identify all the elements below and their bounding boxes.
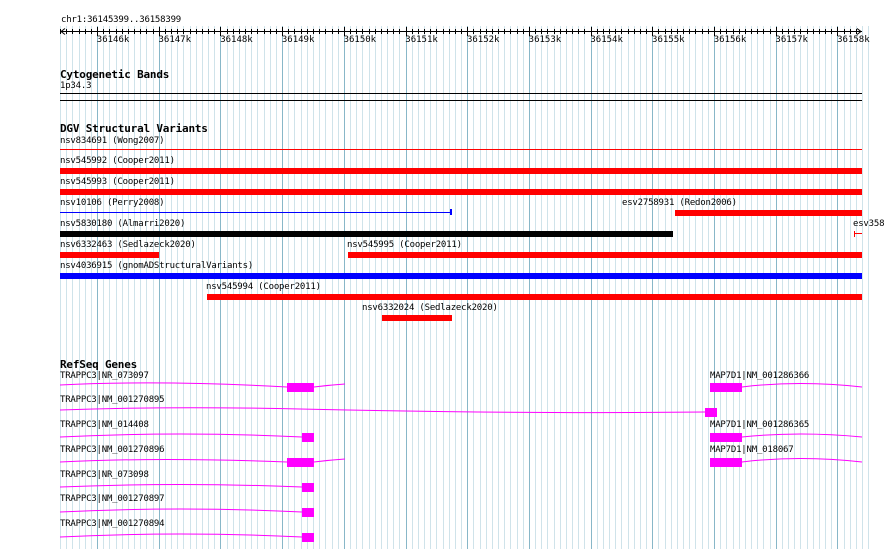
gene-intron-line[interactable] xyxy=(741,383,863,388)
gene-intron-line[interactable] xyxy=(59,484,303,488)
gene-intron-line[interactable] xyxy=(313,458,346,463)
gene-intron-line[interactable] xyxy=(59,407,706,414)
gene-label[interactable]: TRAPPC3|NM_001270894 xyxy=(60,519,165,530)
gene-intron-line[interactable] xyxy=(59,382,288,388)
gene-label[interactable]: MAP7D1|NM_018067 xyxy=(710,445,794,456)
gene-intron-line[interactable] xyxy=(741,458,863,463)
gene-exon[interactable] xyxy=(705,408,717,417)
gene-intron-line[interactable] xyxy=(59,533,303,538)
gene-label[interactable]: TRAPPC3|NR_073097 xyxy=(60,371,149,382)
gene-exon[interactable] xyxy=(302,483,314,492)
gene-intron-line[interactable] xyxy=(59,508,303,513)
gene-exon[interactable] xyxy=(710,458,742,467)
gene-label[interactable]: TRAPPC3|NM_001270895 xyxy=(60,395,165,406)
gene-intron-line[interactable] xyxy=(59,433,303,438)
gene-label[interactable]: TRAPPC3|NM_014408 xyxy=(60,420,149,431)
gene-exon[interactable] xyxy=(302,533,314,542)
gene-exon[interactable] xyxy=(302,508,314,517)
gene-exon[interactable] xyxy=(302,433,314,442)
gene-intron-line[interactable] xyxy=(59,459,288,463)
gene-intron-line[interactable] xyxy=(313,383,346,388)
gene-exon[interactable] xyxy=(710,433,742,442)
genome-browser-view[interactable]: chr1:36145399..36158399 36146k 36147k 3614… xyxy=(0,0,890,549)
gene-exon[interactable] xyxy=(287,458,314,467)
gene-label[interactable]: TRAPPC3|NM_001270897 xyxy=(60,494,165,505)
gene-intron-line[interactable] xyxy=(741,433,863,438)
gene-label[interactable]: TRAPPC3|NR_073098 xyxy=(60,470,149,481)
gene-label[interactable]: MAP7D1|NM_001286365 xyxy=(710,420,809,431)
gene-label[interactable]: TRAPPC3|NM_001270896 xyxy=(60,445,165,456)
refseq-gene-glyphs[interactable] xyxy=(0,0,890,549)
gene-label[interactable]: MAP7D1|NM_001286366 xyxy=(710,371,809,382)
gene-exon[interactable] xyxy=(287,383,314,392)
gene-exon[interactable] xyxy=(710,383,742,392)
